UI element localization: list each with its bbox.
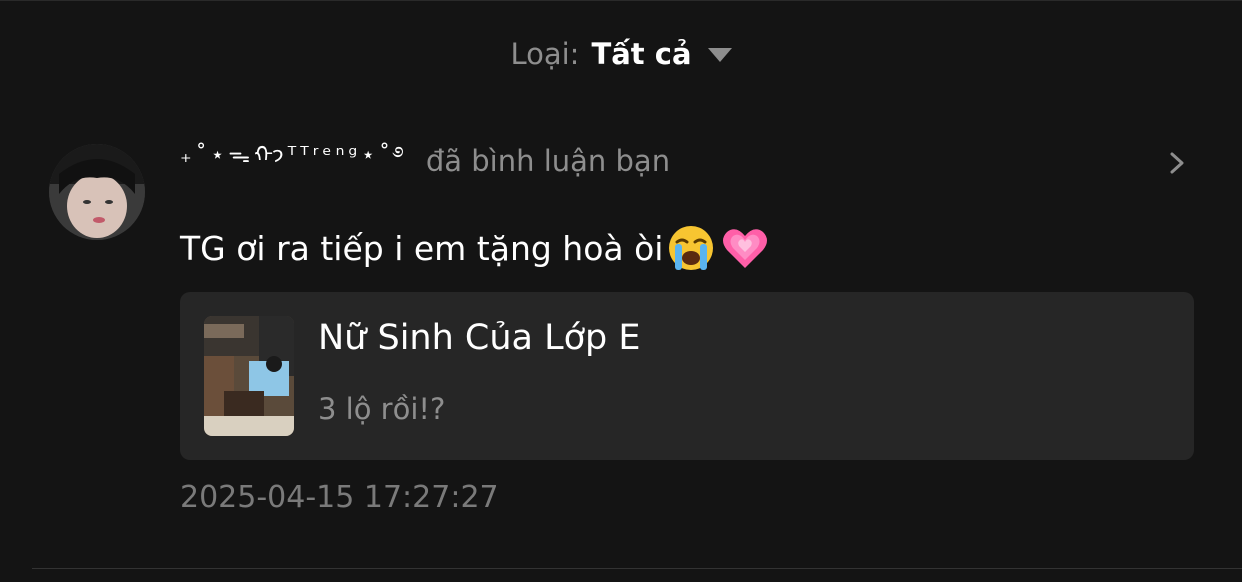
comment-message: TG ơi ra tiếp i em tặng hoà òi: [180, 222, 771, 274]
username[interactable]: ₊˚⋆ᯓᡣ𐭩ᵀᵀʳᵉⁿᵍ⋆˚࿔: [180, 130, 408, 192]
filter-dropdown[interactable]: Loại: Tất cả: [0, 30, 1242, 78]
top-border: [0, 0, 1242, 1]
story-card[interactable]: Nữ Sinh Của Lớp E 3 lộ rồi!?: [180, 292, 1194, 460]
story-title: Nữ Sinh Của Lớp E: [318, 318, 641, 358]
loudly-crying-face-icon: [665, 222, 717, 274]
notification-header: ₊˚⋆ᯓᡣ𐭩ᵀᵀʳᵉⁿᵍ⋆˚࿔ đã bình luận bạn: [180, 138, 1190, 184]
avatar[interactable]: [49, 144, 145, 240]
comment-text: TG ơi ra tiếp i em tặng hoà òi: [180, 228, 664, 268]
growing-heart-icon: [719, 222, 771, 274]
chevron-right-icon[interactable]: [1166, 150, 1188, 176]
story-cover-image: [204, 316, 294, 436]
timestamp: 2025-04-15 17:27:27: [180, 480, 499, 515]
action-text: đã bình luận bạn: [425, 144, 671, 178]
divider: [32, 568, 1242, 569]
caret-down-icon[interactable]: [707, 48, 732, 62]
story-chapter: 3 lộ rồi!?: [318, 392, 446, 426]
filter-label: Loại:: [510, 37, 580, 71]
filter-value[interactable]: Tất cả: [591, 37, 691, 71]
